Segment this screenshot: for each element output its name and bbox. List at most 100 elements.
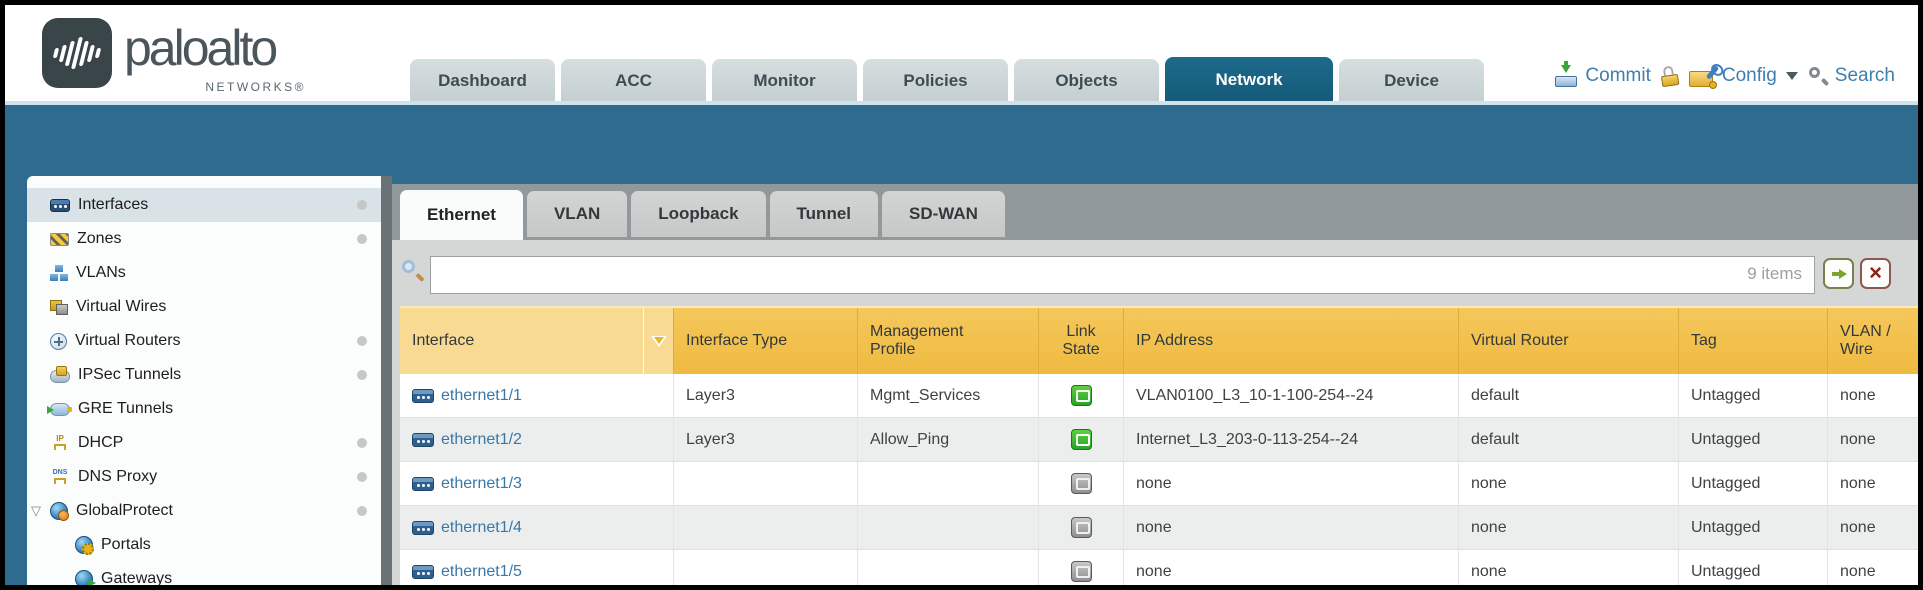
- sidebar-item-dhcp[interactable]: IP DHCP: [27, 426, 381, 460]
- table-row: ethernet1/1Layer3Mgmt_ServicesVLAN0100_L…: [400, 374, 1923, 418]
- cell-ip-address: Internet_L3_203-0-113-254--24: [1124, 418, 1459, 461]
- interface-link[interactable]: ethernet1/5: [441, 563, 522, 581]
- interface-link[interactable]: ethernet1/1: [441, 387, 522, 405]
- column-header-interface-type[interactable]: Interface Type: [674, 308, 858, 374]
- cell-link-state: [1039, 374, 1124, 417]
- subtab-ethernet[interactable]: Ethernet: [400, 190, 523, 240]
- cell-virtual-router: default: [1459, 374, 1679, 417]
- config-menu-button[interactable]: Config: [1689, 65, 1798, 87]
- column-header-vlan-wire[interactable]: VLAN / Wire: [1828, 308, 1923, 374]
- ethernet-port-icon: [412, 433, 434, 447]
- dhcp-icon: IP: [50, 435, 70, 452]
- link-state-down-icon: [1071, 517, 1092, 538]
- cell-link-state: [1039, 462, 1124, 505]
- top-actions: Commit Config Search: [1554, 55, 1895, 97]
- column-header-link-state[interactable]: Link State: [1039, 308, 1124, 374]
- sidebar-item-gre-tunnels[interactable]: GRE Tunnels: [27, 392, 381, 426]
- sidebar-item-zones[interactable]: Zones: [27, 222, 381, 256]
- cell-interface-type: [674, 506, 858, 549]
- brand-name: paloalto: [124, 18, 300, 78]
- virtual-wires-icon: [50, 299, 68, 315]
- tab-monitor[interactable]: Monitor: [712, 59, 857, 103]
- subtab-sd-wan[interactable]: SD-WAN: [882, 191, 1005, 237]
- search-icon: [1808, 66, 1828, 86]
- column-header-tag[interactable]: Tag: [1679, 308, 1828, 374]
- cell-tag: Untagged: [1679, 462, 1828, 505]
- tab-device[interactable]: Device: [1339, 59, 1484, 103]
- sidebar-item-label: DHCP: [78, 434, 123, 452]
- sidebar-divider: [381, 176, 392, 590]
- cell-tag: Untagged: [1679, 550, 1828, 590]
- cell-vlan-wire: none: [1828, 462, 1923, 505]
- item-dot: [357, 200, 367, 210]
- cell-vlan-wire: none: [1828, 374, 1923, 417]
- table-body: ethernet1/1Layer3Mgmt_ServicesVLAN0100_L…: [400, 374, 1923, 590]
- link-state-down-icon: [1071, 561, 1092, 582]
- sidebar-item-vlans[interactable]: VLANs: [27, 256, 381, 290]
- cell-interface-type: Layer3: [674, 374, 858, 417]
- tab-objects[interactable]: Objects: [1014, 59, 1159, 103]
- expander-triangle-icon[interactable]: ▽: [31, 503, 41, 519]
- item-dot: [357, 438, 367, 448]
- paloalto-logo: paloalto NETWORKS®: [42, 18, 300, 88]
- tab-policies[interactable]: Policies: [863, 59, 1008, 103]
- sidebar-item-ipsec-tunnels[interactable]: IPSec Tunnels: [27, 358, 381, 392]
- subtab-strip: EthernetVLANLoopbackTunnelSD-WAN: [392, 184, 1923, 240]
- cell-virtual-router: none: [1459, 462, 1679, 505]
- tab-acc[interactable]: ACC: [561, 59, 706, 103]
- cell-virtual-router: none: [1459, 506, 1679, 549]
- cell-interface: ethernet1/2: [400, 418, 674, 461]
- cell-interface-type: [674, 550, 858, 590]
- column-header-management-profile[interactable]: Management Profile: [858, 308, 1039, 374]
- subtab-loopback[interactable]: Loopback: [631, 191, 765, 237]
- sidebar-item-portals[interactable]: Portals: [27, 528, 381, 562]
- column-header-interface[interactable]: Interface: [400, 308, 674, 374]
- link-state-up-icon: [1071, 385, 1092, 406]
- sidebar-item-interfaces[interactable]: Interfaces: [27, 188, 381, 222]
- subtab-vlan[interactable]: VLAN: [527, 191, 627, 237]
- item-dot: [357, 234, 367, 244]
- ethernet-port-icon: [412, 565, 434, 579]
- interface-link[interactable]: ethernet1/3: [441, 475, 522, 493]
- commit-button[interactable]: Commit: [1554, 65, 1650, 87]
- sort-dropdown[interactable]: [643, 308, 673, 374]
- cell-interface-type: Layer3: [674, 418, 858, 461]
- zones-icon: [50, 233, 69, 246]
- sort-arrow-icon: [651, 336, 667, 347]
- sidebar-item-globalprotect[interactable]: ▽GlobalProtect: [27, 494, 381, 528]
- cell-tag: Untagged: [1679, 418, 1828, 461]
- table-header: Interface Interface Type Management Prof…: [400, 306, 1923, 374]
- config-label: Config: [1722, 65, 1777, 87]
- column-header-virtual-router[interactable]: Virtual Router: [1459, 308, 1679, 374]
- filter-input[interactable]: [430, 256, 1815, 294]
- filter-bar: 9 items ×: [392, 240, 1923, 306]
- cell-tag: Untagged: [1679, 506, 1828, 549]
- filter-search-icon: [402, 260, 424, 284]
- sidebar-item-virtual-routers[interactable]: Virtual Routers: [27, 324, 381, 358]
- column-header-ip-address[interactable]: IP Address: [1124, 308, 1459, 374]
- cell-vlan-wire: none: [1828, 506, 1923, 549]
- interface-link[interactable]: ethernet1/2: [441, 431, 522, 449]
- lock-icon[interactable]: [1660, 65, 1681, 87]
- cell-management-profile: Mgmt_Services: [858, 374, 1039, 417]
- sidebar-item-dns-proxy[interactable]: DNSDNS Proxy: [27, 460, 381, 494]
- clear-filter-button[interactable]: ×: [1860, 258, 1891, 289]
- globalprotect-icon: [50, 502, 68, 520]
- search-button[interactable]: Search: [1808, 65, 1895, 87]
- dns-proxy-icon: DNS: [50, 469, 70, 486]
- apply-filter-button[interactable]: [1823, 258, 1854, 289]
- ethernet-port-icon: [412, 477, 434, 491]
- sidebar-item-label: Portals: [101, 536, 151, 554]
- table-row: ethernet1/4nonenoneUntaggednone: [400, 506, 1923, 550]
- interface-link[interactable]: ethernet1/4: [441, 519, 522, 537]
- tab-dashboard[interactable]: Dashboard: [410, 59, 555, 103]
- sidebar-item-virtual-wires[interactable]: Virtual Wires: [27, 290, 381, 324]
- cell-interface-type: [674, 462, 858, 505]
- cell-interface: ethernet1/5: [400, 550, 674, 590]
- cell-management-profile: [858, 550, 1039, 590]
- tab-network[interactable]: Network: [1165, 57, 1333, 103]
- sidebar-item-label: Zones: [77, 230, 121, 248]
- paloalto-logo-icon: [42, 18, 112, 88]
- subtab-tunnel[interactable]: Tunnel: [770, 191, 878, 237]
- table-row: ethernet1/2Layer3Allow_PingInternet_L3_2…: [400, 418, 1923, 462]
